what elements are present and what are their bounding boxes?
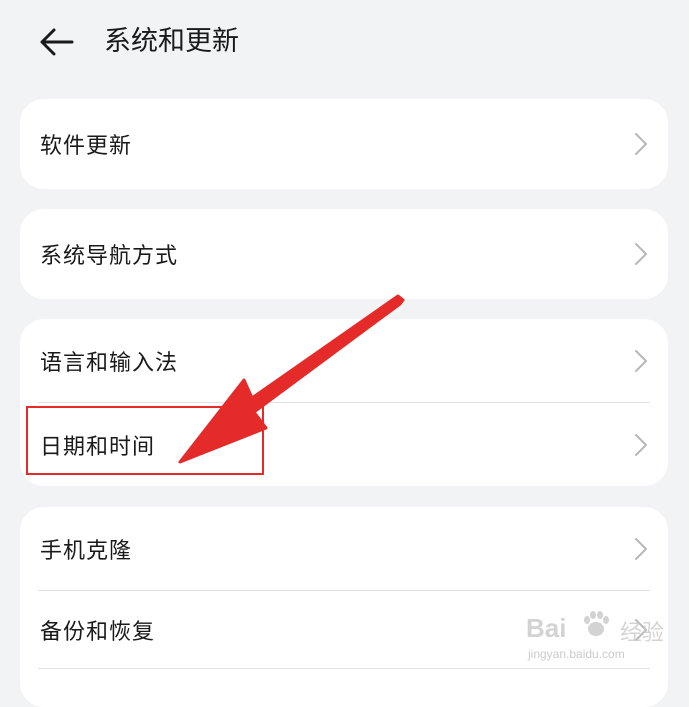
settings-card-backup: 手机克隆 备份和恢复 [20,507,668,707]
list-item-system-navigation[interactable]: 系统导航方式 [20,209,668,299]
chevron-right-icon [635,619,647,641]
list-item-phone-clone[interactable]: 手机克隆 [20,507,668,591]
chevron-right-icon [635,433,647,456]
chevron-right-icon [635,538,647,560]
chevron-right-icon [635,243,647,265]
page-title: 系统和更新 [104,26,239,57]
settings-card-language-date: 语言和输入法 日期和时间 [20,319,668,486]
list-item-label: 备份和恢复 [40,620,156,645]
list-item-label: 日期和时间 [40,434,156,460]
chevron-right-icon [635,133,647,155]
app-header: 系统和更新 [0,0,689,88]
divider [38,668,650,669]
arrow-left-icon [40,28,74,56]
back-button[interactable] [36,22,76,62]
list-item-backup-restore[interactable]: 备份和恢复 [20,591,668,669]
chevron-right-icon [635,350,647,372]
list-item-language-input[interactable]: 语言和输入法 [20,319,668,403]
list-item-software-update[interactable]: 软件更新 [20,99,668,189]
list-item-label: 系统导航方式 [40,244,179,269]
settings-card-navigation: 系统导航方式 [20,209,668,299]
list-item-label: 手机克隆 [40,539,133,564]
settings-card-software-update: 软件更新 [20,99,668,189]
list-item-date-time[interactable]: 日期和时间 [20,403,668,486]
list-item-label: 软件更新 [40,134,133,159]
list-item-label: 语言和输入法 [40,351,179,376]
